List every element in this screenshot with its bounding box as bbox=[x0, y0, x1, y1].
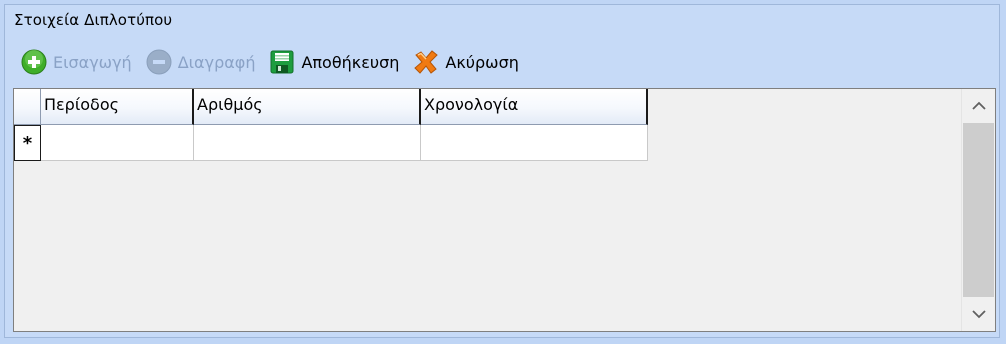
duplicate-details-panel: Στοιχεία Διπλοτύπου Εισαγωγή Διαγραφή Απ… bbox=[4, 4, 1000, 338]
vertical-scrollbar[interactable] bbox=[961, 89, 995, 331]
cancel-button[interactable]: Ακύρωση bbox=[413, 49, 519, 75]
minus-circle-icon bbox=[146, 49, 172, 75]
toolbar: Εισαγωγή Διαγραφή Αποθήκευση Ακύρωση bbox=[21, 45, 533, 79]
delete-button[interactable]: Διαγραφή bbox=[146, 49, 256, 75]
scroll-up-button[interactable] bbox=[962, 89, 995, 123]
plus-circle-icon bbox=[21, 49, 47, 75]
cell-period[interactable] bbox=[41, 125, 194, 161]
cancel-label: Ακύρωση bbox=[445, 52, 519, 72]
new-row: * bbox=[14, 125, 648, 161]
floppy-disk-icon bbox=[270, 50, 294, 74]
grid-header-row: Περίοδος Αριθμός Χρονολογία bbox=[14, 89, 648, 125]
cross-icon bbox=[414, 50, 439, 74]
scrollbar-thumb[interactable] bbox=[963, 123, 994, 297]
cell-date[interactable] bbox=[421, 125, 648, 161]
insert-label: Εισαγωγή bbox=[53, 52, 132, 72]
delete-label: Διαγραφή bbox=[177, 52, 256, 72]
chevron-down-icon bbox=[971, 310, 986, 319]
row-header-corner bbox=[14, 89, 41, 125]
save-button[interactable]: Αποθήκευση bbox=[269, 49, 399, 75]
column-header-number[interactable]: Αριθμός bbox=[194, 89, 421, 125]
new-row-marker[interactable]: * bbox=[14, 125, 41, 161]
chevron-up-icon bbox=[971, 101, 986, 110]
data-grid[interactable]: Περίοδος Αριθμός Χρονολογία * bbox=[13, 88, 996, 332]
insert-button[interactable]: Εισαγωγή bbox=[21, 49, 132, 75]
column-header-date[interactable]: Χρονολογία bbox=[421, 89, 648, 125]
cell-number[interactable] bbox=[194, 125, 421, 161]
column-header-period[interactable]: Περίοδος bbox=[41, 89, 194, 125]
panel-title: Στοιχεία Διπλοτύπου bbox=[14, 11, 173, 29]
save-label: Αποθήκευση bbox=[301, 52, 400, 72]
scroll-down-button[interactable] bbox=[962, 297, 995, 331]
